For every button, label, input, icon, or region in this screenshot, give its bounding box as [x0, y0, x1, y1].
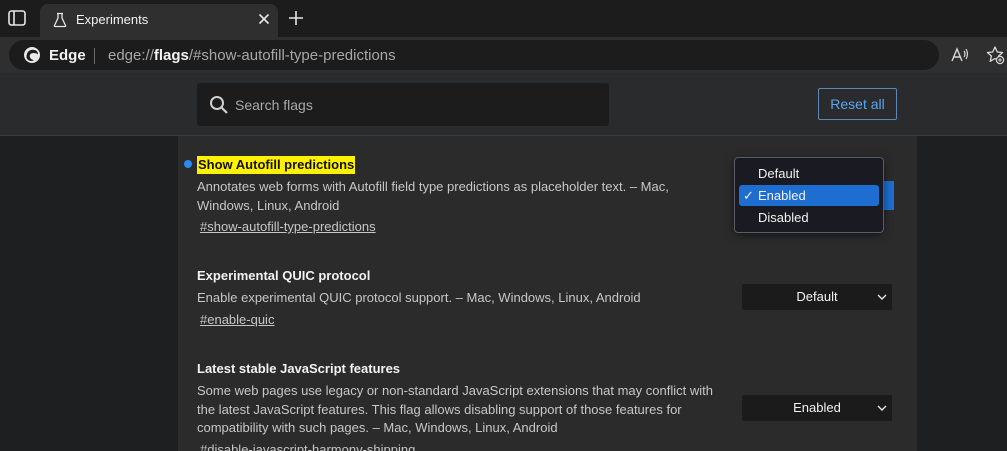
- address-bar[interactable]: Edge edge://flags/#show-autofill-type-pr…: [9, 40, 939, 70]
- chevron-down-icon: [877, 405, 887, 411]
- flag-select[interactable]: [884, 181, 894, 210]
- tab-title: Experiments: [76, 12, 149, 27]
- url-text[interactable]: edge://flags/#show-autofill-type-predict…: [108, 47, 396, 64]
- edge-logo-icon: [24, 47, 40, 63]
- reset-all-button[interactable]: Reset all: [818, 88, 897, 120]
- flag-entry: Show Autofill predictions Annotates web …: [197, 156, 727, 236]
- checkmark-icon: ✓: [743, 188, 754, 203]
- tab-actions-icon[interactable]: [6, 8, 28, 28]
- chevron-down-icon: [877, 294, 887, 300]
- search-box[interactable]: [197, 83, 609, 126]
- flag-title: Experimental QUIC protocol: [197, 268, 371, 283]
- flag-select-value: Enabled: [793, 400, 841, 415]
- flag-entry: Latest stable JavaScript features Some w…: [197, 360, 727, 451]
- dropdown-option-disabled[interactable]: Disabled: [739, 207, 879, 228]
- flag-permalink[interactable]: #show-autofill-type-predictions: [200, 219, 376, 234]
- search-input[interactable]: [235, 83, 595, 126]
- modified-indicator: [184, 160, 192, 168]
- flag-description: Annotates web forms with Autofill field …: [197, 179, 669, 213]
- flags-header: Reset all: [0, 73, 1007, 136]
- flag-description: Enable experimental QUIC protocol suppor…: [197, 290, 641, 305]
- flag-description: Some web pages use legacy or non-standar…: [197, 383, 713, 435]
- new-tab-icon[interactable]: [287, 9, 305, 27]
- edge-label: Edge: [49, 47, 86, 64]
- select-dropdown: Default ✓ Enabled Disabled: [734, 157, 884, 233]
- flag-permalink[interactable]: #disable-javascript-harmony-shipping: [200, 442, 415, 451]
- tab-strip: Experiments: [0, 0, 1007, 37]
- flag-permalink[interactable]: #enable-quic: [200, 312, 274, 327]
- close-tab-icon[interactable]: [256, 11, 272, 27]
- search-icon: [210, 96, 228, 114]
- add-favorite-icon[interactable]: [985, 45, 1005, 65]
- tab-experiments[interactable]: Experiments: [40, 4, 278, 37]
- flag-select-value: Default: [796, 289, 838, 304]
- flag-title: Latest stable JavaScript features: [197, 361, 401, 376]
- omnibox-divider: [94, 48, 95, 64]
- flag-select[interactable]: Default: [742, 284, 892, 310]
- toolbar: Edge edge://flags/#show-autofill-type-pr…: [0, 37, 1007, 73]
- flag-select[interactable]: Enabled: [742, 395, 892, 421]
- beaker-icon: [53, 12, 67, 28]
- flag-entry: Experimental QUIC protocol Enable experi…: [197, 267, 727, 329]
- dropdown-option-default[interactable]: Default: [739, 163, 879, 184]
- read-aloud-icon[interactable]: [950, 46, 970, 64]
- dropdown-option-enabled[interactable]: ✓ Enabled: [739, 185, 879, 206]
- flag-title: Show Autofill predictions: [197, 156, 356, 174]
